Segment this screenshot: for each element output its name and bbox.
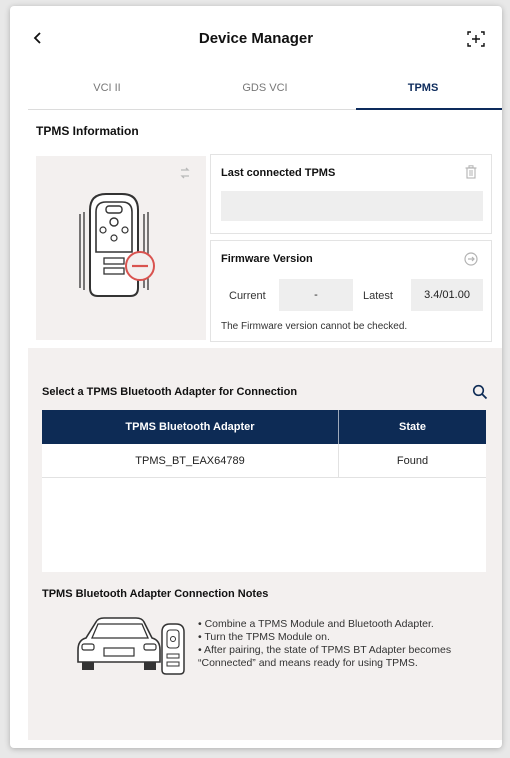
latest-version-value: 3.4/01.00	[411, 279, 483, 311]
note-line: • Turn the TPMS Module on.	[198, 631, 330, 643]
adapter-panel: Select a TPMS Bluetooth Adapter for Conn…	[28, 348, 502, 740]
current-version-value: -	[279, 279, 353, 311]
table-header: TPMS Bluetooth Adapter State	[42, 410, 486, 444]
firmware-card: Firmware Version Current - Latest 3.4/01…	[210, 240, 492, 342]
column-header-state: State	[399, 421, 426, 433]
firmware-title: Firmware Version	[221, 253, 313, 265]
tab-gds-vci[interactable]: GDS VCI	[186, 70, 344, 109]
tab-bar: VCI II GDS VCI TPMS	[28, 70, 502, 110]
firmware-note: The Firmware version cannot be checked.	[221, 321, 408, 332]
table-row[interactable]: TPMS_BT_EAX64789 Found	[42, 444, 486, 478]
adapter-section-title: Select a TPMS Bluetooth Adapter for Conn…	[42, 386, 298, 398]
notes-title: TPMS Bluetooth Adapter Connection Notes	[42, 588, 269, 600]
latest-label: Latest	[363, 290, 393, 302]
last-connected-title: Last connected TPMS	[221, 167, 336, 179]
refresh-icon[interactable]	[178, 166, 192, 180]
connect-device-icon[interactable]	[466, 30, 486, 48]
last-connected-card: Last connected TPMS	[210, 154, 492, 234]
note-line: • After pairing, the state of TPMS BT Ad…	[198, 644, 452, 669]
connection-notes: • Combine a TPMS Module and Bluetooth Ad…	[198, 618, 498, 670]
tab-tpms[interactable]: TPMS	[344, 70, 502, 110]
app-window: Device Manager VCI II GDS VCI TPMS TPMS …	[10, 6, 502, 748]
tpms-info-title: TPMS Information	[36, 124, 139, 138]
page-title: Device Manager	[198, 30, 314, 47]
current-label: Current	[229, 290, 266, 302]
adapter-table: TPMS Bluetooth Adapter State TPMS_BT_EAX…	[42, 410, 486, 572]
last-connected-value	[221, 191, 483, 221]
note-line: • Combine a TPMS Module and Bluetooth Ad…	[198, 618, 434, 630]
tpms-device-disconnected-icon	[79, 193, 155, 297]
device-status-panel	[36, 156, 206, 340]
tab-vci-ii[interactable]: VCI II	[28, 70, 186, 109]
header: Device Manager	[10, 6, 502, 70]
adapter-state-cell: Found	[396, 455, 429, 467]
column-header-adapter: TPMS Bluetooth Adapter	[125, 421, 255, 433]
adapter-name-cell: TPMS_BT_EAX64789	[135, 455, 245, 467]
car-and-device-illustration	[77, 617, 185, 675]
search-icon[interactable]	[472, 384, 488, 400]
firmware-update-icon[interactable]	[463, 251, 479, 267]
trash-icon[interactable]	[465, 165, 477, 179]
